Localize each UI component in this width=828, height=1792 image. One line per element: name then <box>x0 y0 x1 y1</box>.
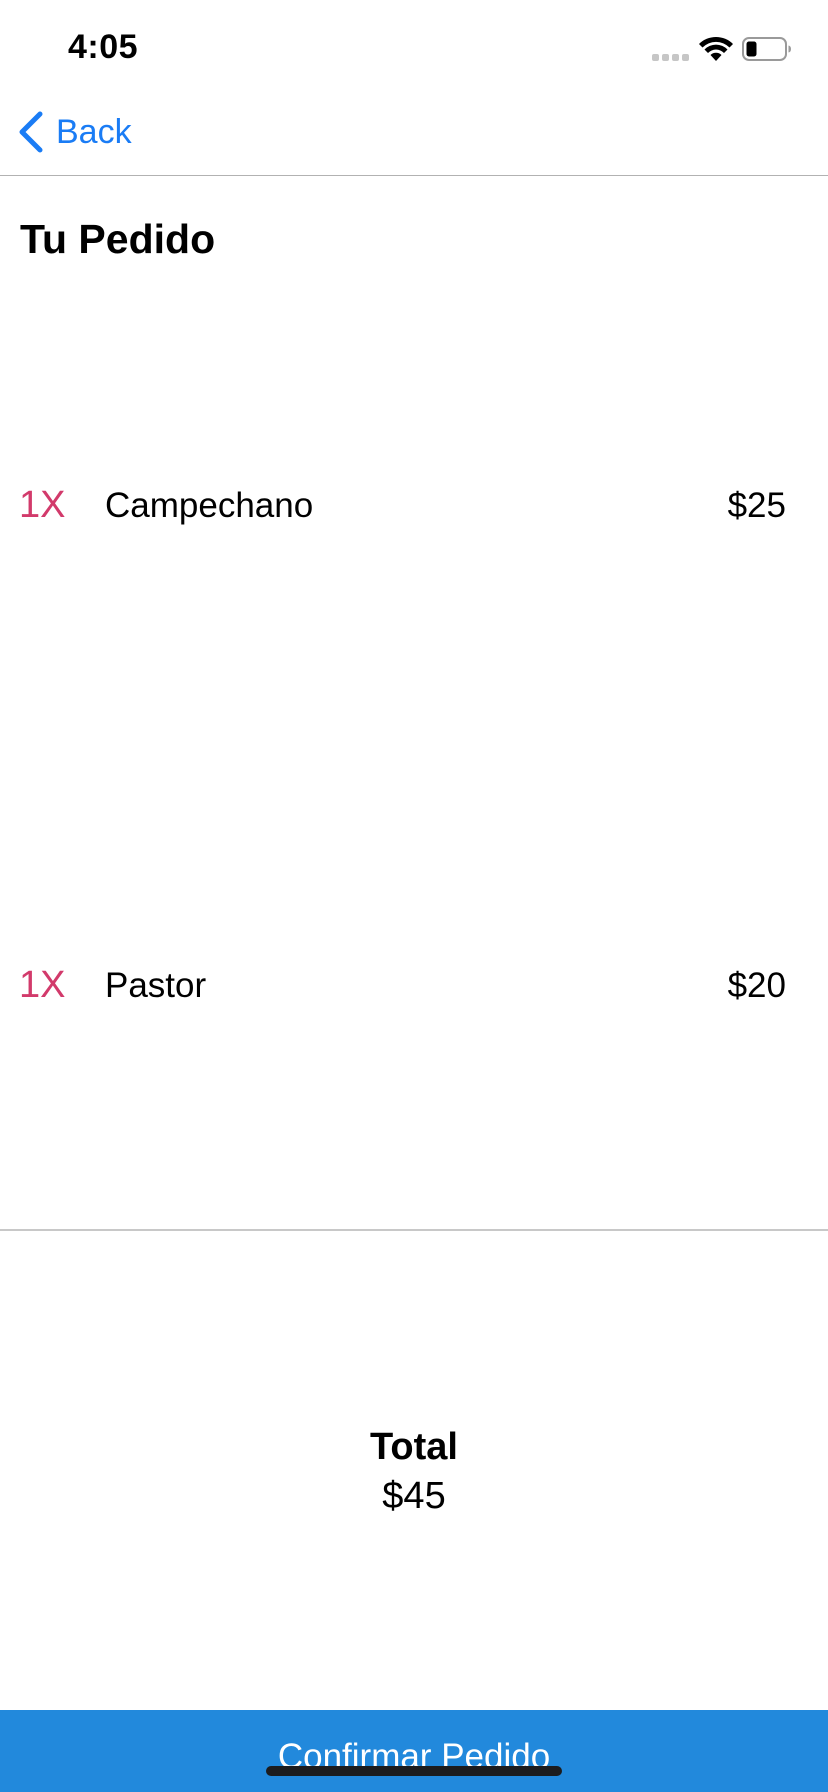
back-button[interactable]: Back <box>18 110 132 154</box>
navigation-bar: Back <box>0 100 828 176</box>
item-quantity: 1X <box>19 964 66 1006</box>
chevron-left-icon <box>19 111 43 153</box>
cellular-signal-icon <box>652 54 689 61</box>
item-quantity: 1X <box>19 484 66 526</box>
order-item-row: 1X Pastor $20 <box>0 964 828 1014</box>
item-name: Campechano <box>105 486 314 525</box>
battery-icon <box>742 37 791 61</box>
confirm-order-button[interactable]: Confirmar Pedido <box>0 1710 828 1792</box>
back-label: Back <box>56 112 132 151</box>
divider <box>0 1229 828 1231</box>
status-time: 4:05 <box>68 28 139 66</box>
total-value: $45 <box>382 1475 446 1517</box>
status-bar: 4:05 <box>0 0 828 100</box>
wifi-icon <box>699 36 733 61</box>
page-title: Tu Pedido <box>20 216 216 262</box>
home-indicator[interactable] <box>266 1766 562 1776</box>
total-section: Total $45 <box>0 1420 828 1518</box>
item-price: $20 <box>727 966 786 1005</box>
total-label: Total <box>370 1426 458 1468</box>
order-item-row: 1X Campechano $25 <box>0 484 828 534</box>
item-price: $25 <box>727 486 786 525</box>
item-name: Pastor <box>105 966 207 1005</box>
